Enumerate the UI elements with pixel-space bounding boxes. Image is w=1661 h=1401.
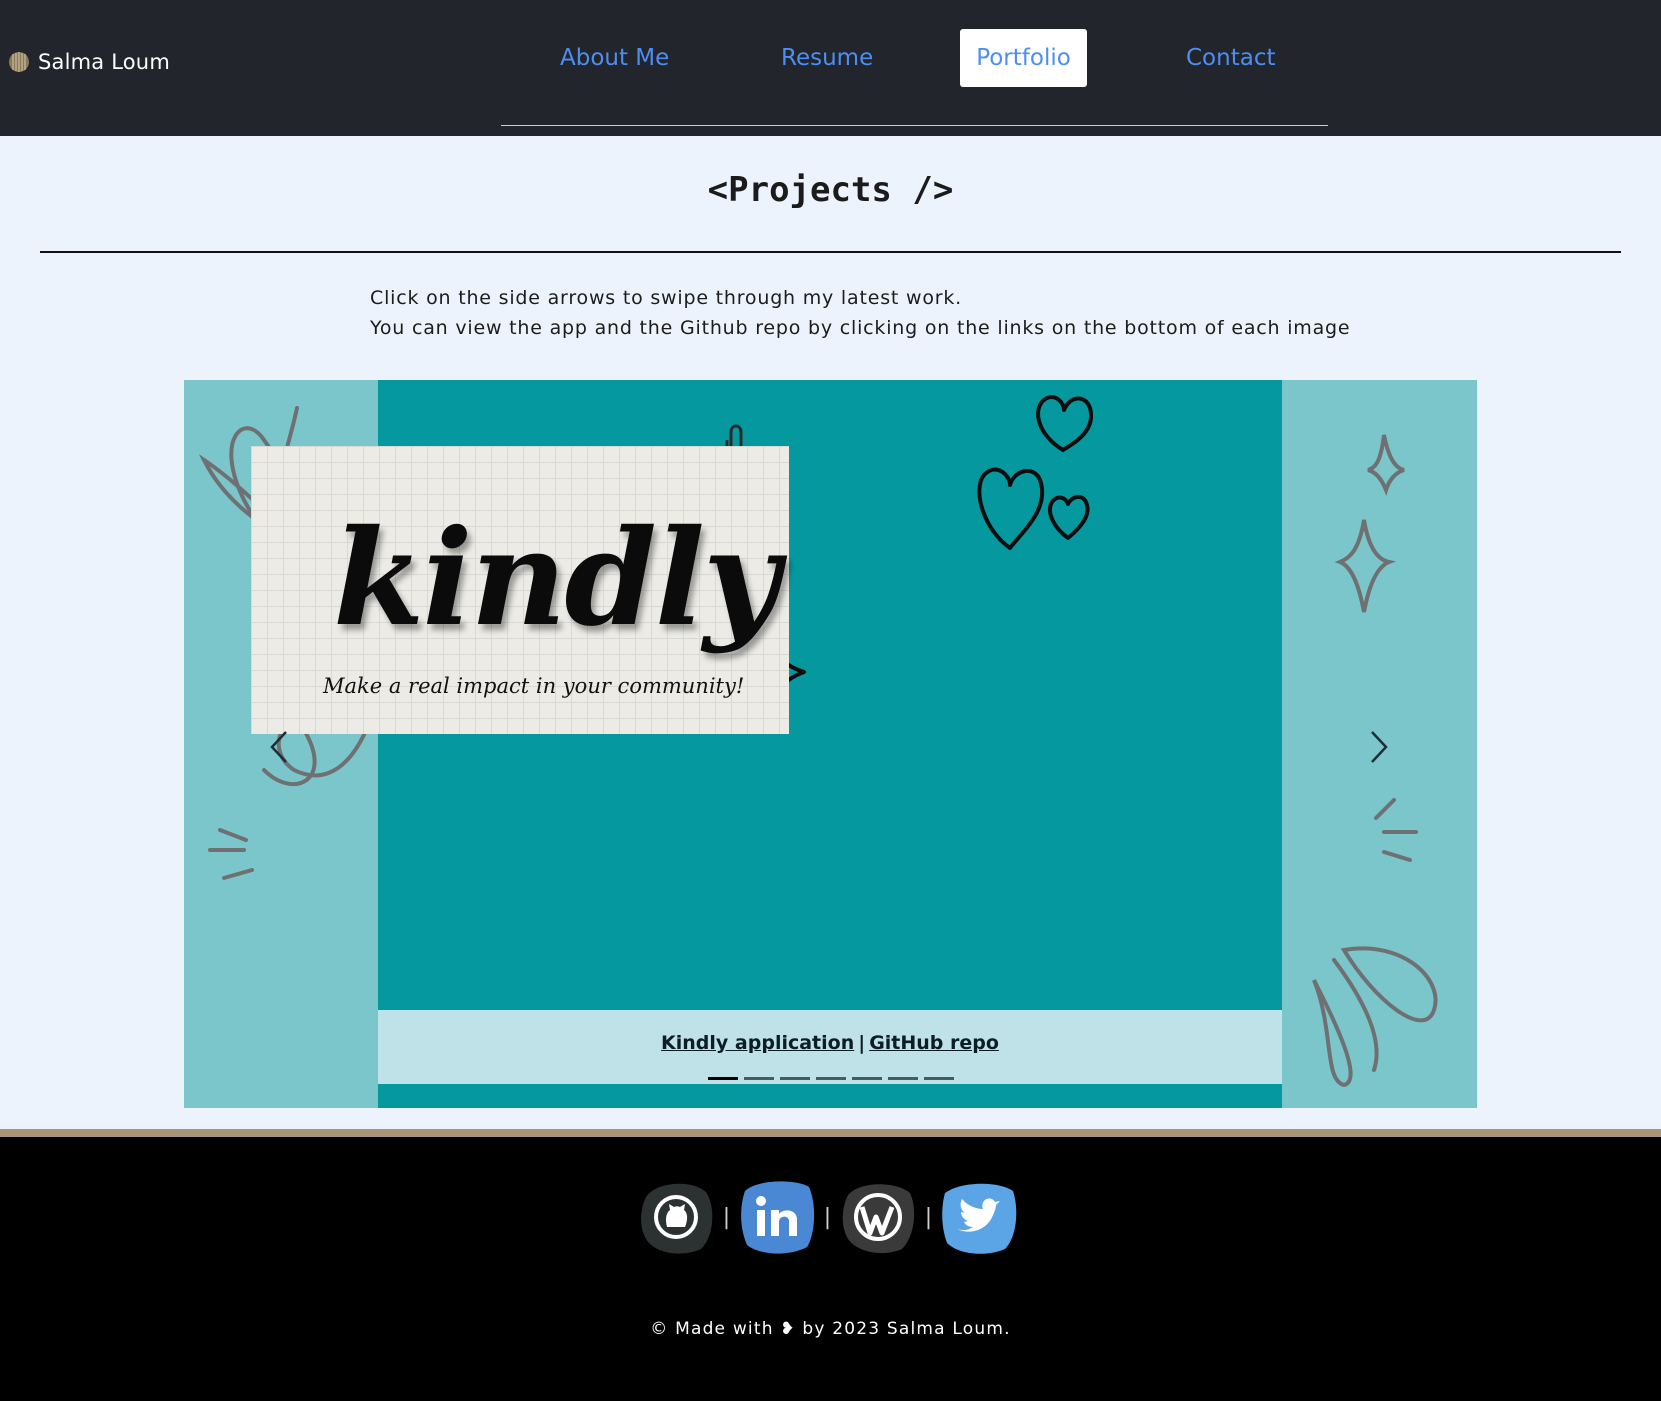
brand-name: Salma Loum xyxy=(38,50,170,74)
chevron-left-icon xyxy=(270,731,287,763)
carousel-next-button[interactable] xyxy=(1358,722,1398,772)
carousel-indicator[interactable] xyxy=(708,1077,738,1080)
twitter-icon xyxy=(942,1183,1017,1254)
app-link[interactable]: Kindly application xyxy=(661,1032,854,1054)
nav-link-portfolio[interactable]: Portfolio xyxy=(960,29,1087,87)
carousel-indicator[interactable] xyxy=(888,1077,918,1080)
social-links: | | | xyxy=(636,1177,1019,1257)
nav-link-about-me[interactable]: About Me xyxy=(560,29,669,87)
page-title: <Projects /> xyxy=(707,170,954,210)
carousel-prev-button[interactable] xyxy=(260,722,300,772)
nav-link-resume[interactable]: Resume xyxy=(781,29,873,87)
carousel-indicator[interactable] xyxy=(744,1077,774,1080)
social-separator: | xyxy=(722,1204,731,1230)
intro-line-1: Click on the side arrows to swipe throug… xyxy=(370,287,962,309)
carousel-indicator[interactable] xyxy=(852,1077,882,1080)
title-divider xyxy=(40,251,1621,253)
carousel-indicator[interactable] xyxy=(780,1077,810,1080)
slide-caption-bar: Kindly application | GitHub repo xyxy=(378,1010,1282,1084)
brand-link[interactable]: Salma Loum xyxy=(8,50,170,74)
footer: | | | © Made with ❥ by 2023 Salma Loum. xyxy=(0,1137,1661,1401)
brand-logo-icon xyxy=(9,52,29,72)
nav-underline xyxy=(501,125,1328,126)
project-image-title: kindly xyxy=(333,501,780,656)
carousel-indicator[interactable] xyxy=(924,1077,954,1080)
copyright-text: © Made with ❥ by 2023 Salma Loum. xyxy=(650,1319,1011,1339)
social-separator: | xyxy=(924,1204,933,1230)
social-separator: | xyxy=(823,1204,832,1230)
linkedin-link[interactable] xyxy=(737,1177,817,1257)
projects-carousel: kindly Make a real impact in your commun… xyxy=(184,380,1477,1108)
project-image-tagline: Make a real impact in your community! xyxy=(323,674,745,698)
slide-caption: Kindly application | GitHub repo xyxy=(378,1032,1282,1054)
twitter-link[interactable] xyxy=(939,1177,1019,1257)
navbar: Salma Loum About Me Resume Portfolio Con… xyxy=(0,0,1661,136)
github-link[interactable] xyxy=(636,1177,716,1257)
linkedin-icon xyxy=(741,1181,815,1254)
github-icon xyxy=(641,1183,713,1254)
carousel-indicators xyxy=(708,1077,954,1080)
intro-line-2: You can view the app and the Github repo… xyxy=(370,317,1351,339)
project-image-kindly: kindly Make a real impact in your commun… xyxy=(251,446,789,734)
wordpress-link[interactable] xyxy=(838,1177,918,1257)
repo-link[interactable]: GitHub repo xyxy=(869,1032,999,1054)
caption-separator: | xyxy=(858,1032,866,1054)
chevron-right-icon xyxy=(1371,731,1388,763)
nav-link-contact[interactable]: Contact xyxy=(1186,29,1275,87)
wordpress-icon xyxy=(842,1184,915,1254)
footer-rule xyxy=(0,1129,1661,1137)
carousel-indicator[interactable] xyxy=(816,1077,846,1080)
intro-text: Click on the side arrows to swipe throug… xyxy=(370,283,1351,343)
